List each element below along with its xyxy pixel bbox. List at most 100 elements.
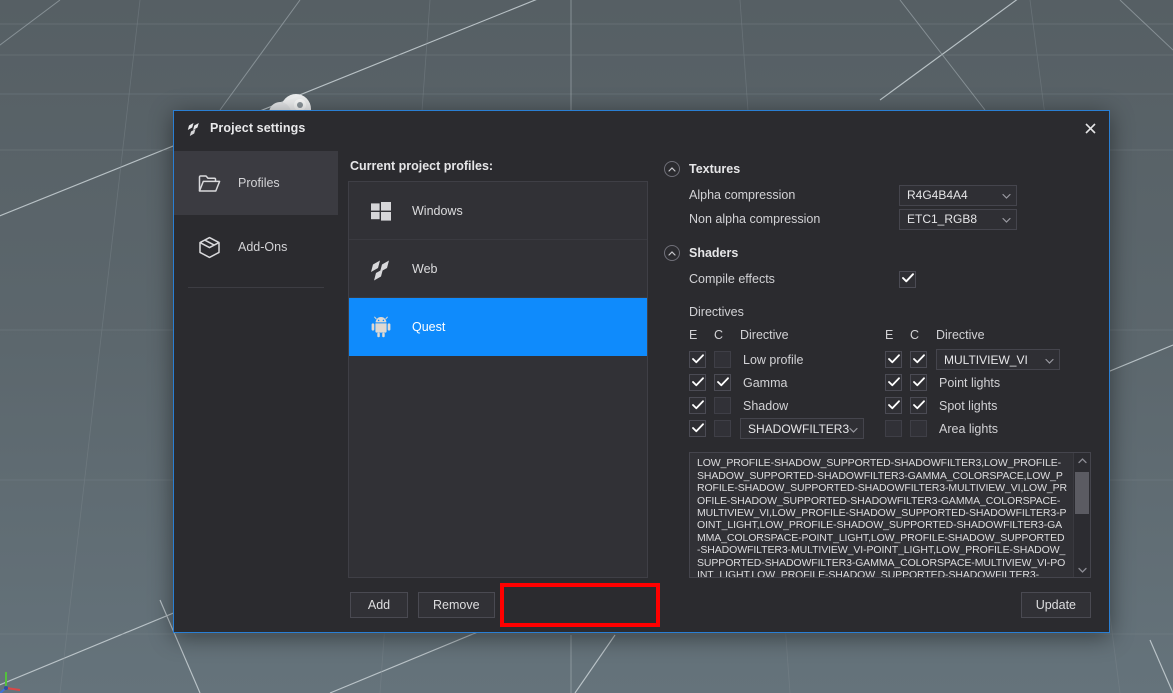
chevron-up-icon[interactable] [664, 161, 680, 177]
directives-column-right: E C Directive MULTIVIEW_VI [885, 325, 1081, 440]
shaders-group-label: Shaders [689, 246, 738, 260]
directive-e-checkbox[interactable] [885, 374, 902, 391]
scroll-down-icon[interactable] [1074, 562, 1090, 577]
project-settings-dialog: Project settings Profiles [173, 110, 1110, 633]
shadowfilter-select[interactable]: SHADOWFILTER3 [740, 418, 864, 439]
folder-open-icon [196, 170, 222, 196]
dialog-body: Profiles Add-Ons Current project [174, 145, 1109, 578]
highlight-annotation [500, 583, 660, 627]
directive-e-checkbox[interactable] [885, 420, 902, 437]
box-package-icon [196, 234, 222, 260]
check-icon [692, 399, 704, 413]
directive-e-checkbox[interactable] [689, 397, 706, 414]
add-button[interactable]: Add [350, 592, 408, 618]
check-icon [913, 376, 925, 390]
col-header-c: C [714, 328, 740, 342]
chevron-up-icon[interactable] [664, 245, 680, 261]
profile-label: Quest [412, 320, 445, 334]
directives-title: Directives [689, 305, 1091, 319]
directive-c-checkbox[interactable] [714, 351, 731, 368]
shaders-group-header[interactable]: Shaders [664, 245, 1091, 261]
sidebar-item-profiles[interactable]: Profiles [174, 151, 338, 215]
compile-effects-label: Compile effects [689, 272, 899, 286]
directive-name: Shadow [740, 399, 885, 413]
chevron-down-icon [1002, 188, 1011, 202]
directive-c-checkbox[interactable] [714, 420, 731, 437]
close-icon[interactable] [1077, 115, 1103, 141]
chevron-down-icon [849, 422, 858, 436]
dialog-sidebar: Profiles Add-Ons [174, 145, 338, 578]
check-icon [888, 353, 900, 367]
check-icon [888, 376, 900, 390]
directive-c-checkbox[interactable] [714, 397, 731, 414]
non-alpha-compression-label: Non alpha compression [689, 212, 899, 226]
directive-row-spot-lights: Spot lights [885, 394, 1081, 417]
shadowfilter-value: SHADOWFILTER3 [748, 422, 849, 436]
col-header-c: C [910, 328, 936, 342]
non-alpha-compression-value: ETC1_RGB8 [907, 212, 977, 226]
android-icon [368, 314, 394, 340]
check-icon [913, 353, 925, 367]
chevron-down-icon [1002, 212, 1011, 226]
remove-button[interactable]: Remove [418, 592, 495, 618]
playcanvas-logo-icon [186, 121, 201, 136]
compile-effects-checkbox[interactable] [899, 271, 916, 288]
multiview-value: MULTIVIEW_VI [944, 353, 1028, 367]
alpha-compression-select[interactable]: R4G4B4A4 [899, 185, 1017, 206]
directive-name: Area lights [936, 422, 1081, 436]
compile-effects-row: Compile effects [664, 267, 1091, 291]
directive-e-checkbox[interactable] [689, 351, 706, 368]
col-header-directive: Directive [740, 328, 885, 342]
scrollbar-track[interactable] [1074, 468, 1090, 562]
chevron-down-icon [1045, 353, 1054, 367]
directive-row-gamma: Gamma [689, 371, 885, 394]
directive-name: Point lights [936, 376, 1081, 390]
directive-row-shadow: Shadow [689, 394, 885, 417]
directive-e-checkbox[interactable] [689, 374, 706, 391]
permutations-textarea[interactable]: LOW_PROFILE-SHADOW_SUPPORTED-SHADOWFILTE… [689, 452, 1091, 578]
directive-e-checkbox[interactable] [689, 420, 706, 437]
directive-name: Spot lights [936, 399, 1081, 413]
non-alpha-compression-select[interactable]: ETC1_RGB8 [899, 209, 1017, 230]
directive-name: Low profile [740, 353, 885, 367]
update-button[interactable]: Update [1021, 592, 1091, 618]
directive-c-checkbox[interactable] [910, 374, 927, 391]
directive-c-checkbox[interactable] [910, 397, 927, 414]
directive-name: Gamma [740, 376, 885, 390]
profile-row-web[interactable]: Web [349, 240, 647, 298]
permutations-text: LOW_PROFILE-SHADOW_SUPPORTED-SHADOWFILTE… [690, 453, 1073, 577]
scrollbar-thumb[interactable] [1075, 472, 1089, 514]
check-icon [692, 422, 704, 436]
windows-icon [368, 198, 394, 224]
directive-c-checkbox[interactable] [910, 420, 927, 437]
profiles-panel: Current project profiles: [348, 159, 648, 578]
dialog-main: Current project profiles: [338, 145, 1109, 578]
profile-label: Web [412, 262, 437, 276]
directive-row-multiview: MULTIVIEW_VI [885, 348, 1081, 371]
check-icon [902, 272, 914, 286]
directive-e-checkbox[interactable] [885, 351, 902, 368]
alpha-compression-label: Alpha compression [689, 188, 899, 202]
profiles-list[interactable]: Windows Web [348, 181, 648, 578]
textures-group-label: Textures [689, 162, 740, 176]
non-alpha-compression-row: Non alpha compression ETC1_RGB8 [664, 207, 1091, 231]
multiview-select[interactable]: MULTIVIEW_VI [936, 349, 1060, 370]
profile-row-windows[interactable]: Windows [349, 182, 647, 240]
directives-section: Directives E C Directive [664, 305, 1091, 440]
directive-e-checkbox[interactable] [885, 397, 902, 414]
directive-row-shadowfilter3: SHADOWFILTER3 [689, 417, 885, 440]
dialog-footer: Add Remove Update [174, 578, 1109, 632]
textures-group-header[interactable]: Textures [664, 161, 1091, 177]
directives-column-left: E C Directive Low profile [689, 325, 885, 440]
directive-row-area-lights: Area lights [885, 417, 1081, 440]
sidebar-item-addons[interactable]: Add-Ons [174, 215, 338, 279]
dialog-titlebar[interactable]: Project settings [174, 111, 1109, 145]
scroll-up-icon[interactable] [1074, 453, 1090, 468]
directive-c-checkbox[interactable] [910, 351, 927, 368]
directive-c-checkbox[interactable] [714, 374, 731, 391]
profile-row-quest[interactable]: Quest [349, 298, 647, 356]
sidebar-item-label: Profiles [238, 176, 280, 190]
permutations-scrollbar[interactable] [1073, 453, 1090, 577]
dialog-title: Project settings [210, 121, 305, 135]
sidebar-item-label: Add-Ons [238, 240, 287, 254]
